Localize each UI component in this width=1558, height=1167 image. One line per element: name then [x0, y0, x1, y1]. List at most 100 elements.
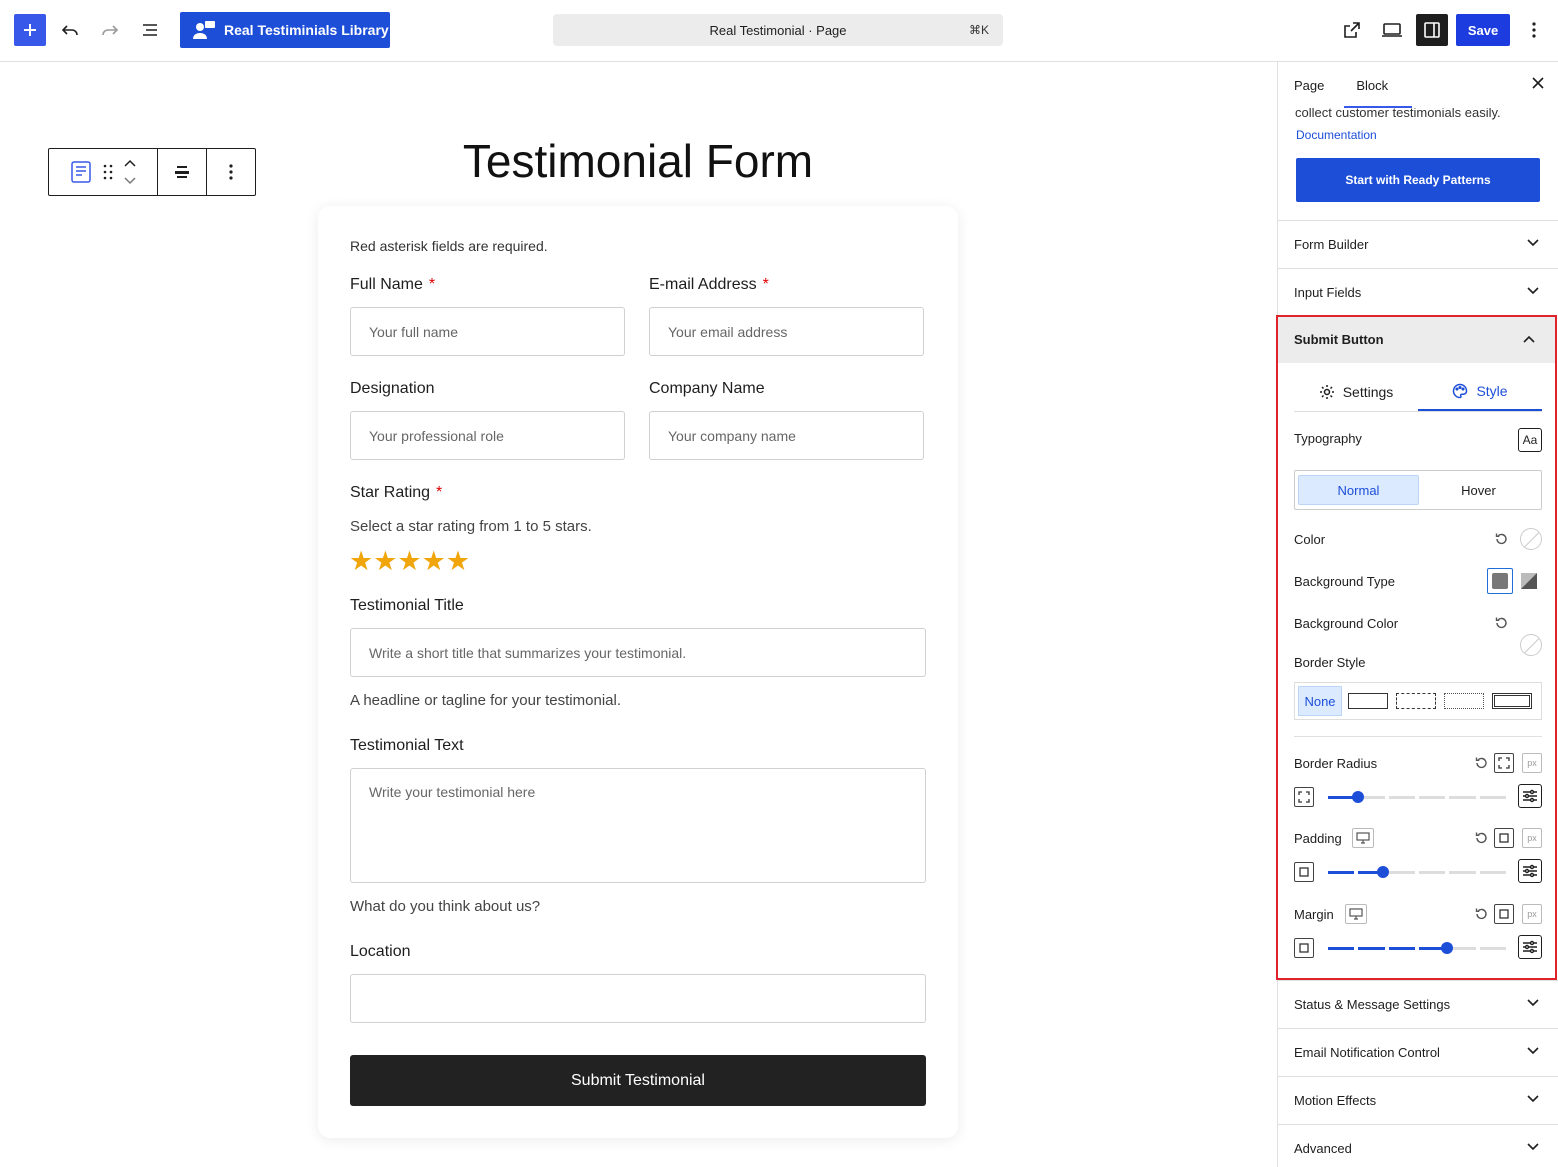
plus-icon [24, 24, 36, 36]
responsive-device-button[interactable] [1345, 904, 1367, 924]
all-sides-icon[interactable] [1294, 938, 1314, 958]
margin-slider[interactable] [1328, 940, 1506, 956]
add-block-button[interactable] [14, 14, 46, 46]
submit-testimonial-button[interactable]: Submit Testimonial [350, 1055, 926, 1106]
more-vertical-icon [229, 164, 233, 180]
star-rating-input[interactable]: ★★★★★ [349, 548, 470, 575]
slider-thumb[interactable] [1441, 942, 1454, 954]
border-dotted-option[interactable] [1442, 686, 1486, 716]
more-vertical-icon [1532, 22, 1536, 38]
link-sides-icon[interactable] [1494, 753, 1514, 773]
testimonials-library-button[interactable]: Real Testiminials Library [180, 12, 390, 48]
padding-slider[interactable] [1328, 864, 1506, 880]
testimonial-text-textarea[interactable]: Write your testimonial here [350, 768, 926, 883]
custom-values-button[interactable] [1518, 784, 1542, 808]
form-block-icon[interactable] [69, 160, 93, 184]
custom-values-button[interactable] [1518, 935, 1542, 959]
palette-icon [1453, 383, 1468, 398]
state-hover-option[interactable]: Hover [1419, 475, 1538, 505]
page-title[interactable]: Testimonial Form [318, 134, 958, 188]
preview-device-button[interactable] [1376, 14, 1408, 46]
designation-input[interactable]: Your professional role [350, 411, 625, 460]
email-placeholder: Your email address [668, 323, 788, 340]
tab-settings[interactable]: Settings [1294, 372, 1418, 411]
state-normal-option[interactable]: Normal [1298, 475, 1419, 505]
undo-icon [61, 25, 78, 36]
panel-form-builder[interactable]: Form Builder [1278, 220, 1558, 268]
slider-thumb[interactable] [1377, 866, 1390, 878]
panel-submit-button[interactable]: Submit Button [1278, 315, 1557, 363]
ready-patterns-button[interactable]: Start with Ready Patterns [1296, 158, 1540, 202]
align-button[interactable] [158, 149, 208, 195]
panel-motion-effects[interactable]: Motion Effects [1278, 1076, 1558, 1124]
link-sides-icon[interactable] [1494, 828, 1514, 848]
command-palette-bar[interactable]: Real Testimonial · Page ⌘K [553, 14, 1003, 46]
required-asterisk: * [762, 276, 769, 293]
bg-type-classic-button[interactable] [1487, 568, 1513, 594]
settings-sidebar-toggle[interactable] [1416, 14, 1448, 46]
unit-selector[interactable]: px [1522, 904, 1542, 924]
location-input[interactable] [350, 974, 926, 1023]
undo-button[interactable] [54, 14, 86, 46]
redo-button[interactable] [94, 14, 126, 46]
sliders-icon [1523, 864, 1537, 878]
margin-label: Margin [1294, 907, 1334, 922]
reset-icon[interactable] [1474, 756, 1488, 770]
slider-track-segment [1449, 947, 1476, 950]
testimonial-title-input[interactable]: Write a short title that summarizes your… [350, 628, 926, 677]
slider-thumb[interactable] [1352, 791, 1365, 803]
desktop-icon [1356, 832, 1370, 844]
bg-type-gradient-button[interactable] [1521, 573, 1537, 594]
unit-selector[interactable]: px [1522, 828, 1542, 848]
typography-button[interactable]: Aa [1518, 428, 1542, 452]
drag-handle-icon[interactable] [103, 164, 113, 180]
border-solid-option[interactable] [1346, 686, 1390, 716]
block-options-button[interactable] [207, 149, 255, 195]
reset-icon[interactable] [1494, 616, 1508, 630]
border-double-option[interactable] [1490, 686, 1534, 716]
testimonial-title-help: A headline or tagline for your testimoni… [350, 692, 621, 709]
border-style-options: None [1294, 682, 1542, 720]
tab-page[interactable]: Page [1278, 62, 1340, 108]
reset-icon[interactable] [1474, 831, 1488, 845]
documentation-link[interactable]: Documentation [1296, 128, 1377, 142]
settings-sidebar: Page Block collect customer testimonials… [1277, 62, 1558, 1167]
sliders-icon [1523, 789, 1537, 803]
border-dashed-option[interactable] [1394, 686, 1438, 716]
custom-values-button[interactable] [1518, 859, 1542, 883]
save-button[interactable]: Save [1456, 14, 1510, 46]
background-color-swatch[interactable] [1520, 634, 1542, 656]
responsive-device-button[interactable] [1352, 828, 1374, 848]
close-icon[interactable] [1531, 76, 1545, 90]
slider-track-segment [1388, 871, 1415, 874]
panel-status-message[interactable]: Status & Message Settings [1278, 980, 1558, 1028]
tab-block[interactable]: Block [1340, 62, 1412, 108]
color-swatch[interactable] [1520, 528, 1542, 550]
slider-track-segment [1479, 871, 1506, 874]
panel-input-fields[interactable]: Input Fields [1278, 268, 1558, 316]
panel-motion-effects-title: Motion Effects [1294, 1093, 1377, 1108]
link-sides-icon[interactable] [1494, 904, 1514, 924]
panel-submit-button-title: Submit Button [1294, 331, 1384, 347]
chevron-down-icon [1527, 287, 1539, 295]
full-name-input[interactable]: Your full name [350, 307, 625, 356]
company-input[interactable]: Your company name [649, 411, 924, 460]
divider [1294, 736, 1542, 737]
tab-style[interactable]: Style [1418, 372, 1542, 411]
reset-icon[interactable] [1494, 532, 1508, 546]
slider-track-segment [1328, 947, 1355, 950]
view-page-button[interactable] [1336, 14, 1368, 46]
border-none-option[interactable]: None [1298, 686, 1342, 716]
border-radius-slider[interactable] [1328, 789, 1506, 805]
reset-icon[interactable] [1474, 907, 1488, 921]
move-up-down-icon[interactable] [123, 159, 137, 185]
all-sides-icon[interactable] [1294, 862, 1314, 882]
unit-selector[interactable]: px [1522, 753, 1542, 773]
gear-icon [1319, 384, 1334, 399]
document-overview-button[interactable] [134, 14, 166, 46]
email-input[interactable]: Your email address [649, 307, 924, 356]
panel-advanced[interactable]: Advanced [1278, 1124, 1558, 1167]
options-menu-button[interactable] [1518, 14, 1550, 46]
panel-email-notification[interactable]: Email Notification Control [1278, 1028, 1558, 1076]
all-sides-icon[interactable] [1294, 787, 1314, 807]
